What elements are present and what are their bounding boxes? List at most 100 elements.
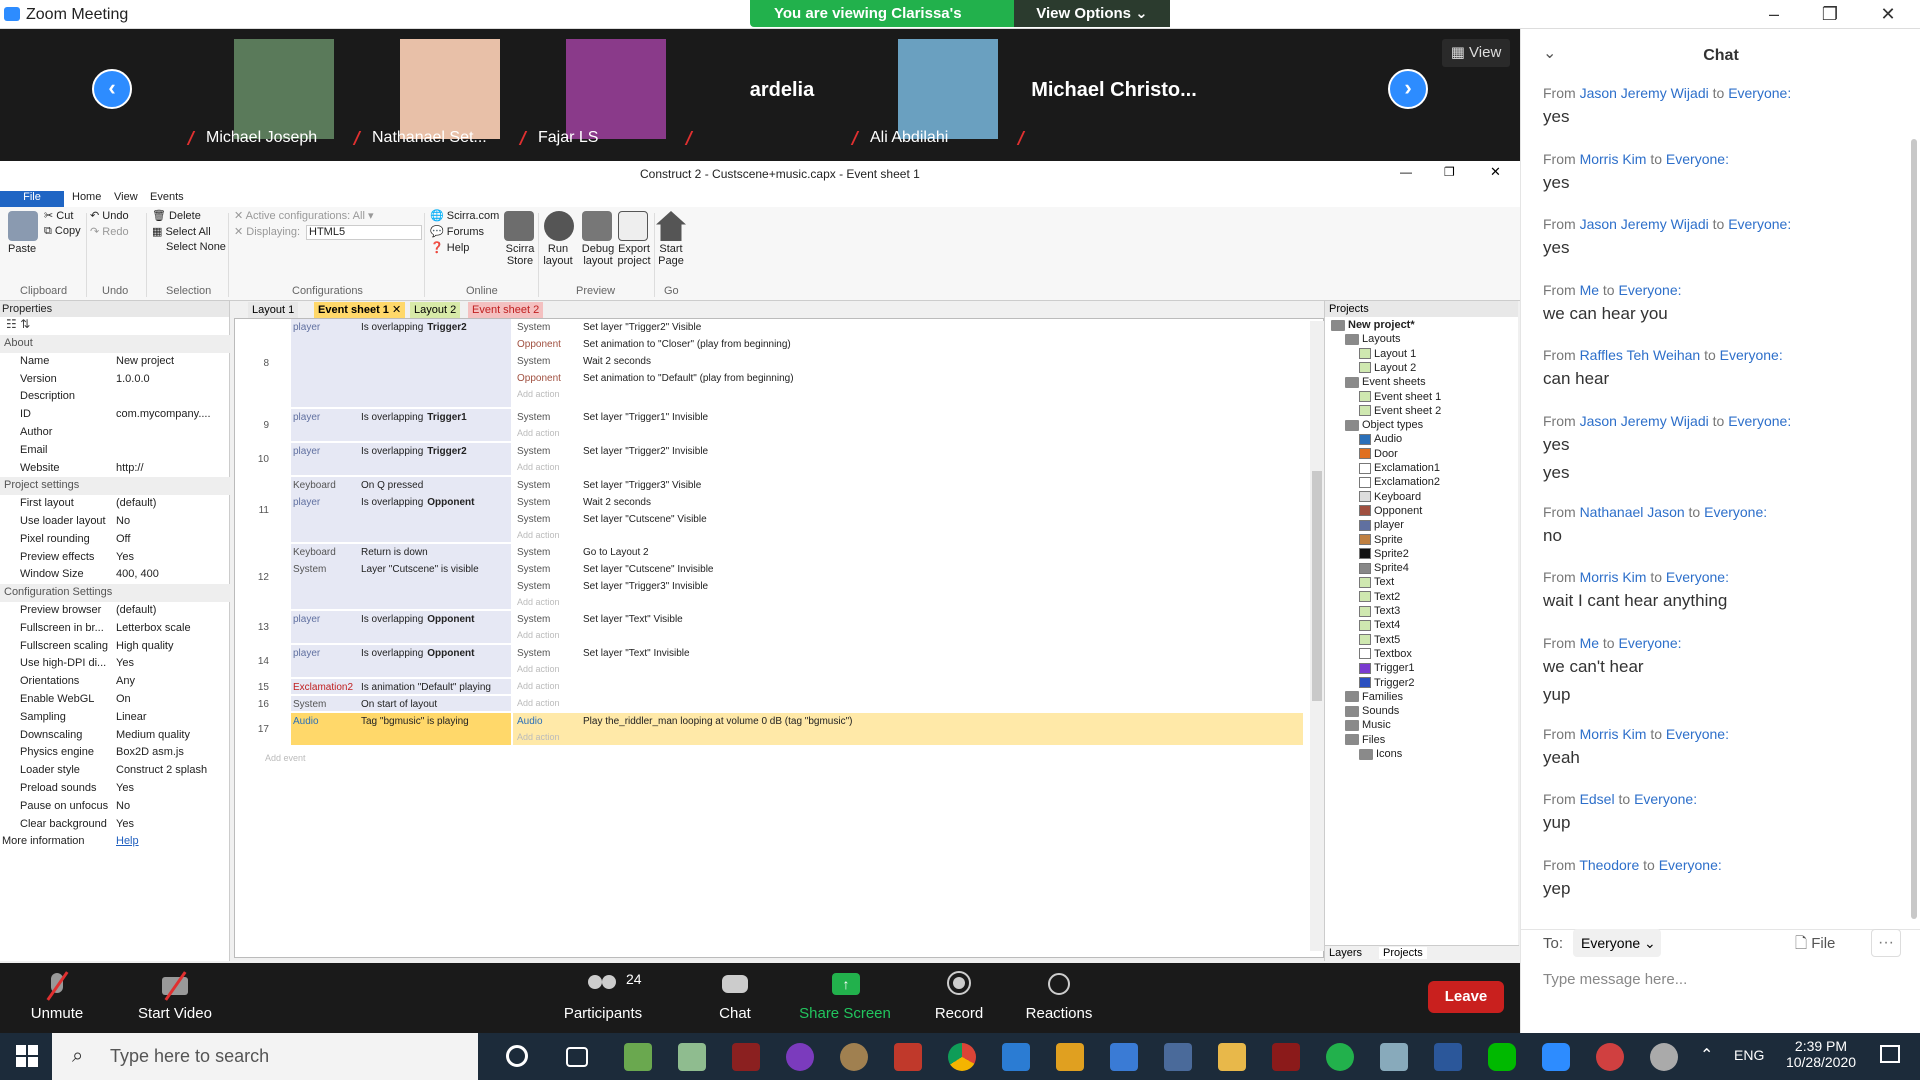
event-block[interactable]: 14 player Is overlapping Opponent System Set … — [235, 645, 1305, 679]
action[interactable]: System Set layer "Cutscene" Visible — [517, 511, 1297, 528]
property-value[interactable]: com.mycompany.... — [116, 406, 228, 424]
event-conditions[interactable]: Audio Tag "bgmusic" is playing — [291, 713, 511, 745]
event-block[interactable]: 16 System On start of layout Add action — [235, 696, 1305, 713]
add-action-link[interactable]: Add action — [517, 628, 560, 642]
app-icon[interactable] — [678, 1043, 706, 1071]
condition[interactable]: Keyboard On Q pressed — [293, 477, 509, 494]
chevron-up-icon[interactable]: ⌃ — [1700, 1045, 1713, 1065]
condition[interactable]: player Is overlapping Opponent — [293, 645, 509, 662]
chat-sender[interactable]: Morris Kim — [1580, 151, 1647, 167]
construct-maximize-button[interactable]: ❐ — [1444, 165, 1455, 179]
condition[interactable]: Audio Tag "bgmusic" is playing — [293, 713, 509, 730]
tab-projects[interactable]: Projects — [1379, 947, 1427, 959]
forums-link[interactable]: 💬 Forums — [430, 225, 484, 238]
event-conditions[interactable]: player Is overlapping Trigger2 — [291, 319, 511, 407]
app-icon[interactable] — [786, 1043, 814, 1071]
menu-home[interactable]: Home — [72, 191, 101, 203]
condition[interactable]: player Is overlapping Trigger1 — [293, 409, 509, 426]
windows-start-icon[interactable] — [16, 1045, 38, 1067]
event-actions[interactable]: Add action — [513, 679, 1303, 694]
app-icon[interactable] — [1596, 1043, 1624, 1071]
property-row[interactable]: Fullscreen in br... Letterbox scale — [0, 620, 230, 638]
event-actions[interactable]: System Set layer "Trigger3" Visible System… — [513, 477, 1303, 542]
close-button[interactable]: ✕ — [1860, 0, 1916, 28]
add-action-link[interactable]: Add action — [517, 460, 560, 474]
property-value[interactable]: Medium quality — [116, 727, 228, 745]
add-action-link[interactable]: Add action — [517, 528, 560, 542]
game-icon[interactable] — [732, 1043, 760, 1071]
event-actions[interactable]: Add action — [513, 696, 1303, 711]
event-block[interactable]: 8 player Is overlapping Trigger2 System Set l… — [235, 319, 1305, 409]
app-icon[interactable] — [894, 1043, 922, 1071]
gallery-view-button[interactable]: ▦ View — [1442, 39, 1510, 67]
tab-layout-2[interactable]: Layout 2 — [410, 302, 461, 318]
leave-button[interactable]: Leave — [1428, 981, 1504, 1013]
property-value[interactable]: No — [116, 798, 228, 816]
start-page-button[interactable]: Start Page — [654, 243, 688, 267]
export-project-button[interactable]: Export project — [614, 243, 654, 267]
condition[interactable]: Exclamation2 Is animation "Default" playi… — [293, 679, 509, 696]
action[interactable]: Opponent Set animation to "Default" (play… — [517, 370, 1297, 387]
share-screen-button[interactable]: ↑ Share Screen — [790, 971, 900, 1022]
event-block[interactable]: 15 Exclamation2 Is animation "Default" pla… — [235, 679, 1305, 696]
condition[interactable]: Keyboard Return is down — [293, 544, 509, 561]
chat-scrollbar[interactable] — [1911, 139, 1917, 919]
chat-sender[interactable]: Nathanael Jason — [1580, 504, 1685, 520]
property-row[interactable]: Orientations Any — [0, 673, 230, 691]
maximize-button[interactable]: ❐ — [1802, 0, 1858, 28]
property-value[interactable]: Any — [116, 673, 228, 691]
add-action-link[interactable]: Add action — [517, 595, 560, 609]
scirra-link[interactable]: 🌐 Scirra.com — [430, 209, 499, 222]
chat-sender[interactable]: Morris Kim — [1580, 726, 1647, 742]
action[interactable]: System Set layer "Trigger2" Invisible — [517, 443, 1297, 460]
event-block[interactable]: 11 Keyboard On Q pressed player Is overlappi… — [235, 477, 1305, 544]
app-icon[interactable] — [1272, 1043, 1300, 1071]
taskbar-search[interactable]: ⌕ Type here to search — [52, 1033, 478, 1080]
event-block[interactable]: 10 player Is overlapping Trigger2 System Set … — [235, 443, 1305, 477]
line-icon[interactable] — [1488, 1043, 1516, 1071]
property-row[interactable]: Loader style Construct 2 splash — [0, 762, 230, 780]
action[interactable]: Audio Play the_riddler_man looping at vol… — [517, 713, 1297, 730]
event-conditions[interactable]: player Is overlapping Opponent — [291, 611, 511, 643]
property-row[interactable]: Preview effects Yes — [0, 549, 230, 567]
property-value[interactable]: Off — [116, 531, 228, 549]
cut-button[interactable]: ✂ Cut — [44, 209, 73, 222]
property-row[interactable]: Use loader layout No — [0, 513, 230, 531]
property-row[interactable]: Clear background Yes — [0, 816, 230, 834]
property-row[interactable]: ID com.mycompany.... — [0, 406, 230, 424]
view-options-button[interactable]: View Options ⌄ — [1014, 0, 1170, 27]
property-row[interactable]: Window Size 400, 400 — [0, 566, 230, 584]
condition[interactable]: player Is overlapping Opponent — [293, 611, 509, 628]
help-link[interactable]: Help — [116, 833, 228, 851]
action[interactable]: System Set layer "Trigger3" Invisible — [517, 578, 1297, 595]
property-value[interactable]: http:// — [116, 460, 228, 478]
select-all-button[interactable]: ▦ Select All — [152, 225, 211, 238]
add-event-link[interactable]: Add event — [265, 751, 306, 765]
chat-button[interactable]: Chat — [680, 971, 790, 1022]
event-actions[interactable]: System Set layer "Trigger2" Visible Oppone… — [513, 319, 1303, 407]
condition[interactable]: player Is overlapping Opponent — [293, 494, 509, 511]
action[interactable]: System Wait 2 seconds — [517, 494, 1297, 511]
action[interactable]: System Set layer "Text" Visible — [517, 611, 1297, 628]
paste-button[interactable]: Paste — [8, 243, 36, 255]
event-conditions[interactable]: Exclamation2 Is animation "Default" playi… — [291, 679, 511, 694]
action[interactable]: System Set layer "Trigger1" Invisible — [517, 409, 1297, 426]
chat-sender[interactable]: Me — [1580, 635, 1599, 651]
event-block[interactable]: 17 Audio Tag "bgmusic" is playing Audio Play… — [235, 713, 1305, 747]
event-actions[interactable]: System Set layer "Trigger1" Invisible Add … — [513, 409, 1303, 441]
event-block[interactable]: 13 player Is overlapping Opponent System Set … — [235, 611, 1305, 645]
file-button[interactable]: 🗋 File — [1795, 933, 1835, 958]
property-row[interactable]: First layout (default) — [0, 495, 230, 513]
add-action-link[interactable]: Add action — [517, 662, 560, 676]
add-action-link[interactable]: Add action — [517, 426, 560, 440]
property-value[interactable]: No — [116, 513, 228, 531]
property-value[interactable]: Linear — [116, 709, 228, 727]
chat-recipient[interactable]: Everyone: — [1728, 85, 1791, 101]
help-link[interactable]: ❓ Help — [430, 241, 469, 254]
participants-button[interactable]: 24 Participants — [548, 971, 658, 1022]
start-video-button[interactable]: Start Video — [120, 971, 230, 1022]
property-row[interactable]: Author — [0, 424, 230, 442]
condition[interactable]: System On start of layout — [293, 696, 509, 713]
project-tree-item[interactable]: Icons — [1359, 746, 1402, 764]
file-explorer-icon[interactable] — [1218, 1043, 1246, 1071]
